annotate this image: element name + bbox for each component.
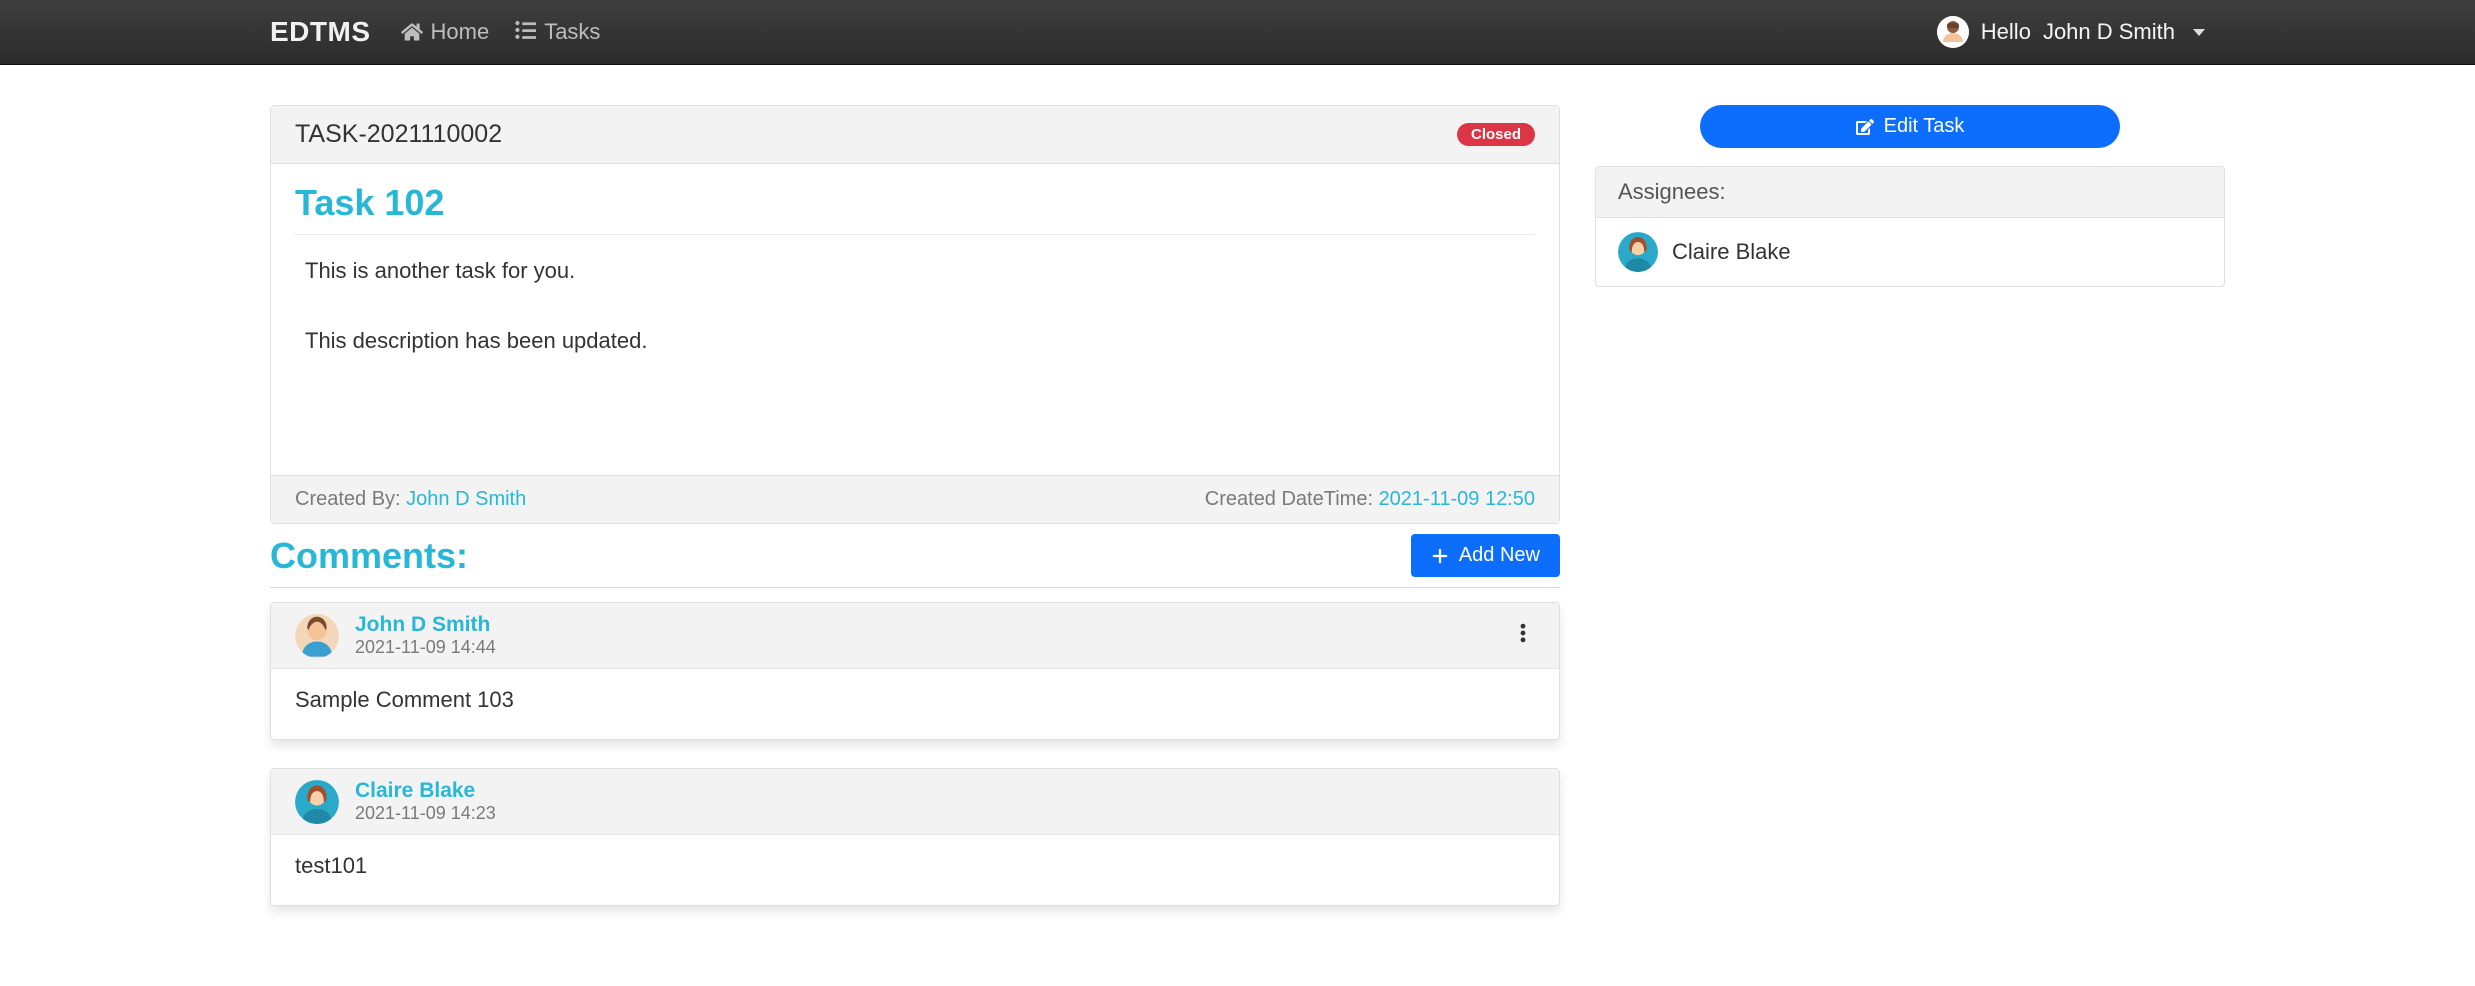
nav-home-label: Home <box>431 19 490 45</box>
user-menu-dropdown[interactable]: Hello John D Smith <box>1937 16 2205 48</box>
assignee-item[interactable]: Claire Blake <box>1596 218 2224 286</box>
created-by-label: Created By: <box>295 488 406 510</box>
avatar <box>1937 16 1969 48</box>
created-dt-value: 2021-11-09 12:50 <box>1379 488 1535 510</box>
navbar: EDTMS Home Tasks Hello John D Smith <box>0 0 2475 65</box>
task-card: TASK-2021110002 Closed Task 102 This is … <box>270 105 1560 524</box>
task-title: Task 102 <box>271 164 1559 234</box>
comment-body: test101 <box>271 835 1559 905</box>
comment-menu-button[interactable] <box>1511 618 1535 653</box>
assignee-name: Claire Blake <box>1672 239 1791 265</box>
comment-author-link[interactable]: Claire Blake <box>355 779 1535 803</box>
comment-datetime: 2021-11-09 14:44 <box>355 637 1495 658</box>
created-dt-label: Created DateTime: <box>1205 488 1379 510</box>
add-comment-button[interactable]: Add New <box>1411 534 1560 577</box>
task-code: TASK-2021110002 <box>295 120 502 149</box>
ellipsis-vertical-icon <box>1519 622 1527 644</box>
created-by: Created By: John D Smith <box>295 488 526 511</box>
chevron-down-icon <box>2193 29 2205 36</box>
user-name: John D Smith <box>2043 19 2175 45</box>
comment-datetime: 2021-11-09 14:23 <box>355 803 1535 824</box>
nav-tasks-link[interactable]: Tasks <box>514 19 600 45</box>
user-greeting-prefix: Hello <box>1981 19 2031 45</box>
avatar <box>1618 232 1658 272</box>
edit-icon <box>1856 118 1874 136</box>
edit-task-button[interactable]: Edit Task <box>1700 105 2120 148</box>
avatar <box>295 614 339 658</box>
edit-task-label: Edit Task <box>1884 115 1965 138</box>
list-icon <box>514 21 536 43</box>
created-datetime: Created DateTime: 2021-11-09 12:50 <box>1205 488 1535 511</box>
nav-tasks-label: Tasks <box>544 19 600 45</box>
comment-card: Claire Blake2021-11-09 14:23 test101 <box>270 768 1560 906</box>
avatar <box>295 780 339 824</box>
nav-home-link[interactable]: Home <box>401 19 490 45</box>
assignees-header: Assignees: <box>1595 166 2225 218</box>
comment-card: John D Smith2021-11-09 14:44 Sample Comme… <box>270 602 1560 740</box>
created-by-user-link[interactable]: John D Smith <box>406 488 526 510</box>
task-description: This is another task for you. This descr… <box>271 235 1559 475</box>
home-icon <box>401 21 423 43</box>
comment-author-link[interactable]: John D Smith <box>355 613 1495 637</box>
add-comment-label: Add New <box>1459 544 1540 567</box>
comments-heading: Comments: <box>270 535 468 577</box>
divider <box>270 587 1560 588</box>
comment-body: Sample Comment 103 <box>271 669 1559 739</box>
assignee-list: Claire Blake <box>1595 218 2225 287</box>
status-badge: Closed <box>1457 123 1535 146</box>
app-brand[interactable]: EDTMS <box>270 16 371 48</box>
plus-icon <box>1431 547 1449 565</box>
